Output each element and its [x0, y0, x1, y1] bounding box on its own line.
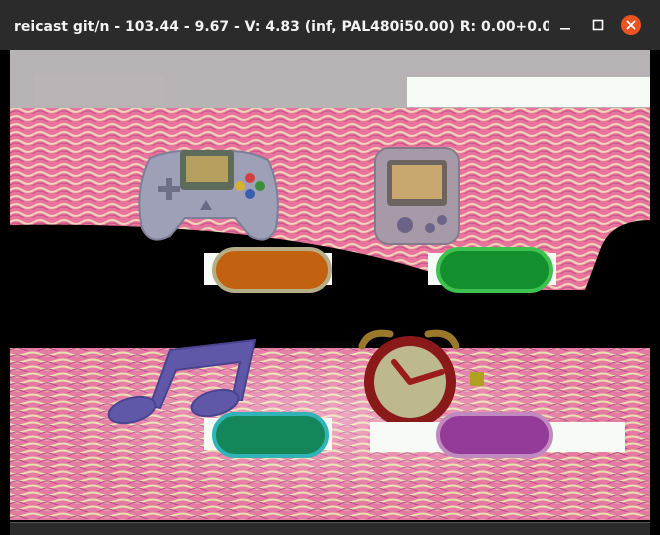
white-patch-top	[407, 77, 650, 107]
bottom-edge	[10, 523, 650, 535]
emulator-screen[interactable]	[10, 50, 650, 520]
window-title: reicast git/n - 103.44 - 9.67 - V: 4.83 …	[14, 0, 549, 50]
minimize-icon	[560, 28, 570, 30]
close-icon	[626, 20, 636, 30]
emulator-frame	[10, 50, 650, 520]
vmu-button[interactable]	[436, 247, 553, 293]
controller-button[interactable]	[212, 247, 332, 293]
minimize-button[interactable]	[555, 15, 575, 35]
clock-button[interactable]	[436, 412, 553, 458]
title-bar[interactable]: reicast git/n - 103.44 - 9.67 - V: 4.83 …	[0, 0, 660, 50]
maximize-button[interactable]	[588, 15, 608, 35]
maximize-icon	[592, 19, 604, 31]
music-button[interactable]	[212, 412, 329, 458]
reicast-window: reicast git/n - 103.44 - 9.67 - V: 4.83 …	[0, 0, 660, 535]
close-button[interactable]	[621, 15, 641, 35]
memory-card-icon	[374, 147, 460, 245]
window-title-text: reicast git/n - 103.44 - 9.67 - V: 4.83 …	[14, 19, 549, 35]
top-band-shade	[34, 75, 164, 105]
